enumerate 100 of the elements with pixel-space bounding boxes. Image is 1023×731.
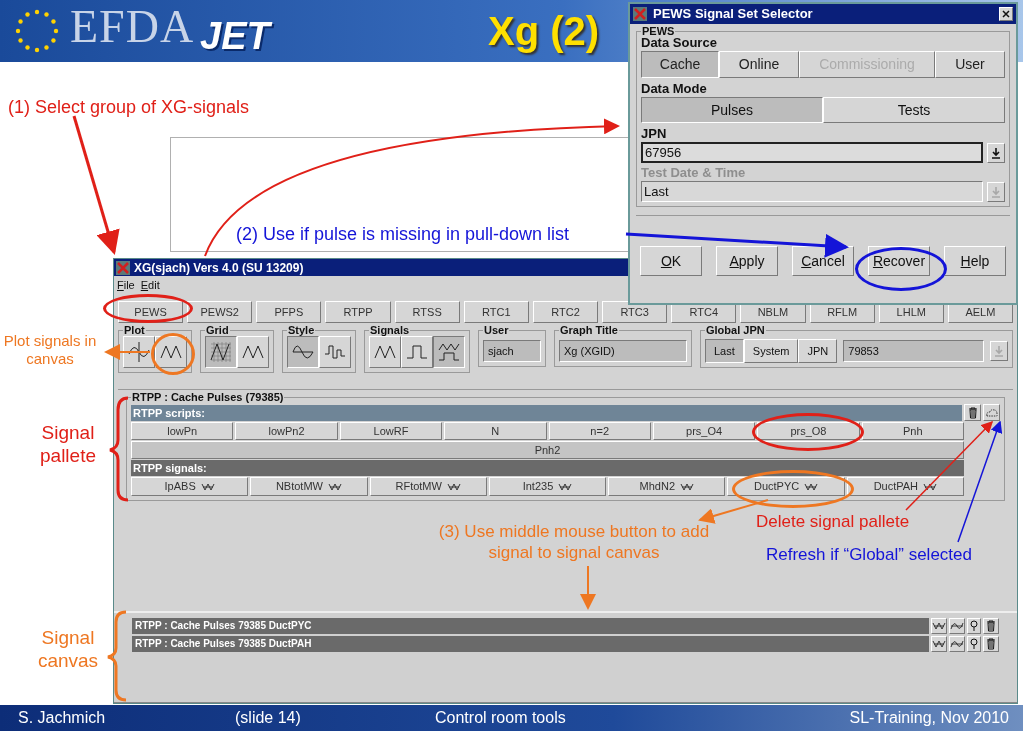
refresh-icon — [984, 407, 999, 418]
group-label: Global JPN — [705, 325, 766, 336]
menu-item[interactable]: File — [117, 276, 135, 294]
script-button[interactable]: prs_O8 — [757, 422, 860, 440]
annotation-text: Delete signal pallete — [756, 511, 910, 533]
dialog-button[interactable]: OK — [640, 246, 702, 276]
dialog-button[interactable]: Help — [944, 246, 1006, 276]
footer-text: (slide 14) — [235, 708, 302, 728]
down-arrow-icon — [991, 146, 1001, 159]
arrow — [104, 344, 151, 360]
group-label: PEWS — [641, 26, 676, 37]
source-option[interactable]: Cache — [641, 51, 719, 78]
annotation-text: Signal canvas — [36, 626, 100, 672]
group-tab[interactable]: RTC2 — [532, 301, 599, 323]
group-label: Plot — [123, 325, 146, 336]
dialog-button[interactable]: Apply — [716, 246, 778, 276]
down-arrow-icon — [991, 185, 1001, 198]
app-icon — [116, 260, 130, 275]
style-button[interactable] — [949, 618, 965, 634]
footer-text: Control room tools — [435, 708, 567, 728]
dialog-button[interactable]: Cancel — [792, 246, 854, 276]
mode-option[interactable]: Pulses — [641, 97, 823, 123]
wave-icon — [923, 481, 938, 492]
section-label: Data Source — [641, 35, 718, 51]
group-tab[interactable]: RTPP — [325, 301, 391, 323]
script-button[interactable]: n=2 — [548, 422, 651, 440]
wave-icon — [932, 639, 946, 649]
script-button[interactable]: N — [444, 422, 547, 440]
group-label: Signals — [369, 325, 411, 336]
source-option[interactable]: User — [935, 51, 1005, 78]
dialog-button[interactable]: Recover — [868, 246, 930, 276]
canvas-signal-row[interactable]: RTPP : Cache Pulses 79385 DuctPYC — [132, 618, 929, 634]
wave-icon — [804, 481, 819, 492]
annotation-text: Refresh if “Global” selected — [766, 544, 972, 566]
canvas-signal-row[interactable]: RTPP : Cache Pulses 79385 DuctPAH — [132, 636, 929, 652]
signal-button[interactable]: IpABS — [131, 477, 249, 496]
trash-icon — [986, 620, 996, 632]
style-button[interactable] — [949, 636, 965, 652]
logo-text: EFDA — [70, 2, 195, 52]
step-icon — [950, 638, 964, 650]
script-button[interactable]: Pnh2 — [131, 441, 964, 459]
menu-item[interactable]: Edit — [140, 276, 160, 294]
group-tab[interactable]: PFPS — [256, 301, 322, 323]
arrow — [580, 565, 596, 610]
section-header: RTPP scripts: — [131, 404, 962, 421]
script-button[interactable]: lowPn — [131, 422, 234, 440]
pin-icon — [969, 620, 979, 632]
refresh-button[interactable] — [983, 404, 1000, 421]
group-tab[interactable]: RTC1 — [463, 301, 529, 323]
annotation-text: (3) Use middle mouse button to add signal to signal canvas — [438, 521, 710, 563]
footer-text: SL-Training, Nov 2010 — [849, 708, 1010, 728]
signal-button[interactable]: RFtotMW — [369, 477, 487, 496]
highlight-ellipse — [151, 333, 195, 375]
toolbar-button[interactable] — [433, 336, 465, 368]
axes-icon — [127, 340, 151, 364]
script-button[interactable]: prs_O4 — [652, 422, 756, 440]
close-button[interactable] — [999, 7, 1013, 21]
dropdown-button[interactable] — [987, 142, 1005, 163]
signal-button[interactable]: DuctPAH — [846, 477, 964, 496]
pin-icon — [969, 638, 979, 650]
script-button[interactable]: Pnh — [861, 422, 964, 440]
section-label: Data Mode — [641, 80, 708, 97]
info-button[interactable] — [967, 618, 981, 634]
group-label: RTPP : Cache Pulses (79385) — [131, 392, 285, 403]
info-button[interactable] — [967, 636, 981, 652]
close-icon — [1002, 10, 1010, 18]
user-field[interactable]: sjach — [483, 340, 541, 362]
group-tab[interactable]: RTSS — [394, 301, 460, 323]
group-label: Grid — [205, 325, 230, 336]
group-tab[interactable]: PEWS2 — [187, 301, 253, 323]
script-button[interactable]: lowPn2 — [235, 422, 338, 440]
wave-button[interactable] — [931, 636, 947, 652]
signal-button[interactable]: MhdN2 — [608, 477, 726, 496]
wave-icon — [446, 481, 461, 492]
jpn-field[interactable]: 67956 — [641, 142, 983, 163]
wave-icon — [200, 481, 215, 492]
wave-icon — [327, 481, 342, 492]
window-title: PEWS Signal Set Selector — [653, 5, 814, 24]
delete-button[interactable] — [983, 636, 999, 652]
window-title: XG(sjach) Vers 4.0 (SU 13209) — [134, 259, 304, 277]
delete-button[interactable] — [964, 404, 981, 421]
script-button[interactable]: LowRF — [339, 422, 443, 440]
graph-title-field[interactable]: Xg (XGID) — [559, 340, 687, 362]
mode-option[interactable]: Tests — [823, 97, 1005, 123]
trash-icon — [986, 638, 996, 650]
signal-button[interactable]: Int235 — [488, 477, 607, 496]
signal-button[interactable]: NBtotMW — [250, 477, 368, 496]
wave-icon — [932, 621, 946, 631]
group-tab[interactable]: PEWS — [118, 301, 184, 323]
toolbar-button[interactable] — [287, 336, 319, 368]
annotation-text: Plot signals in canvas — [2, 332, 98, 368]
toolbar-button[interactable] — [205, 336, 237, 368]
wave-button[interactable] — [931, 618, 947, 634]
section-label: JPN — [641, 125, 668, 142]
slide-title: Xg (2) — [488, 8, 600, 54]
source-option[interactable]: Online — [719, 51, 799, 78]
app-icon — [633, 7, 647, 21]
delete-button[interactable] — [983, 618, 999, 634]
down-arrow-icon — [994, 345, 1004, 357]
signal-button[interactable]: DuctPYC — [727, 477, 845, 496]
